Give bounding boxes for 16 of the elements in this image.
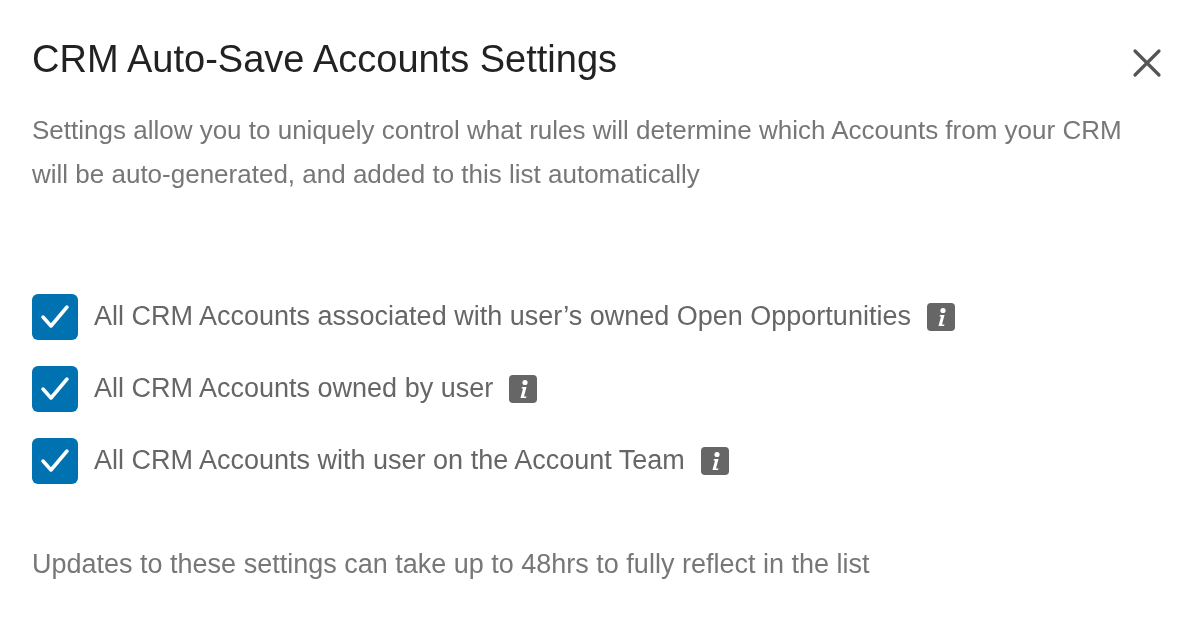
dialog-description: Settings allow you to uniquely control what rules will determine which Accounts from your CRM will be auto-generated, and added to this list automatically — [32, 113, 1123, 191]
checkmark-icon — [40, 447, 70, 474]
checkmark-icon — [40, 303, 70, 330]
info-icon[interactable] — [926, 302, 955, 331]
dialog-title: CRM Auto-Save Accounts Settings — [32, 37, 618, 82]
info-icon[interactable] — [509, 374, 538, 403]
checkbox[interactable] — [32, 437, 78, 484]
info-icon[interactable] — [700, 446, 729, 475]
close-icon — [1132, 48, 1162, 78]
option-label: All CRM Accounts associated with user’s owned Open Opportunities — [94, 300, 911, 334]
option-label: All CRM Accounts with user on the Account Team — [94, 444, 685, 478]
checkmark-icon — [40, 375, 70, 402]
note-text: Updates to these settings can take up to 48hrs to fully reflect in the list — [32, 547, 871, 581]
checkbox[interactable] — [32, 365, 78, 412]
option-label: All CRM Accounts owned by user — [94, 372, 494, 406]
checkbox[interactable] — [32, 293, 78, 340]
